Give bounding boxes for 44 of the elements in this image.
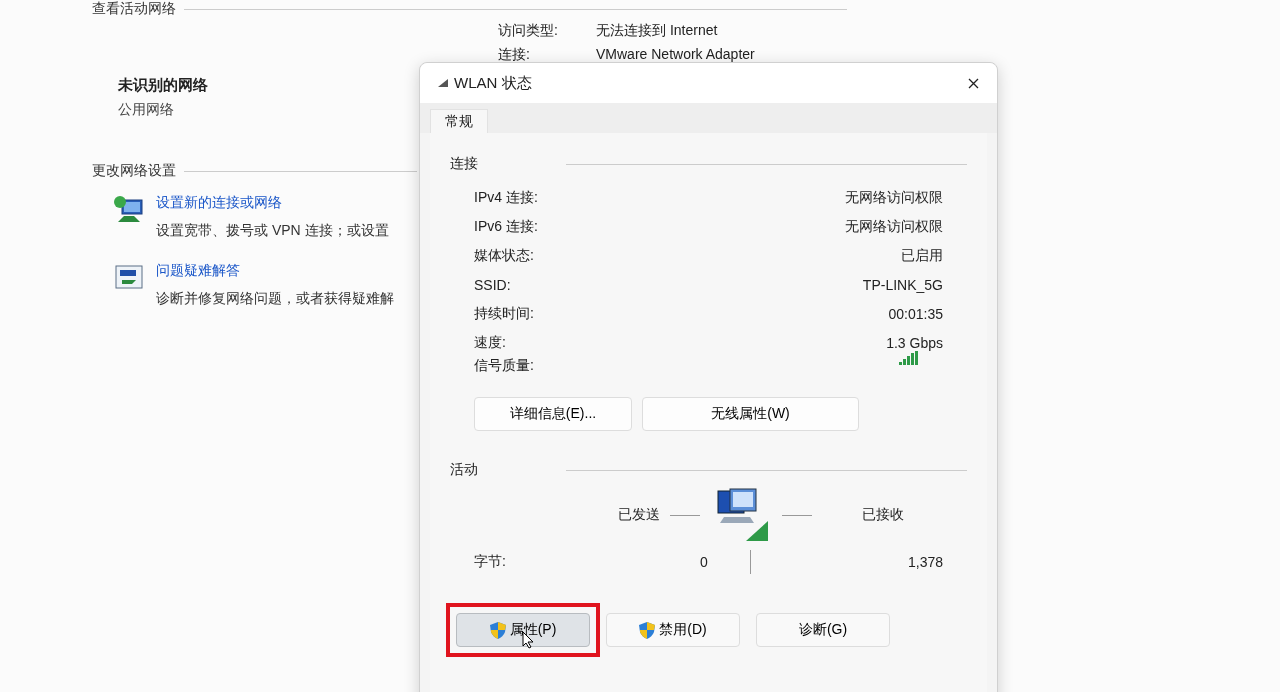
received-label: 已接收 [862,506,904,524]
field-label: 速度: [474,333,506,352]
group-title: 活动 [450,461,478,479]
received-bytes: 1,378 [907,554,943,570]
field-value: TP-LINK_5G [862,276,943,293]
dialog-button[interactable]: 诊断(G) [756,613,890,647]
dialog-button[interactable]: 详细信息(E)... [474,397,632,431]
window-title: WLAN 状态 [454,73,532,93]
bytes-label: 字节: [474,553,507,571]
section-title: 更改网络设置 [92,162,176,180]
access-value: 无法连接到 Internet [596,22,718,40]
field-value: 1.3 Gbps [886,334,943,351]
field-value: 00:01:35 [888,305,943,322]
close-icon[interactable] [968,77,979,89]
task-link[interactable]: 问题疑难解答 [156,262,394,280]
sent-bytes: 0 [700,554,709,570]
field-value: 无网络访问权限 [845,217,943,236]
task-description: 诊断并修复网络问题，或者获得疑难解 [156,290,394,308]
dialog-button[interactable]: 禁用(D) [606,613,740,647]
dialog-button[interactable]: 属性(P) [456,613,590,647]
field-value: 无网络访问权限 [845,188,943,207]
network-name: 未识别的网络 [118,76,209,95]
field-label: 信号质量: [474,357,534,375]
access-label: 连接: [498,46,531,64]
field-label: 持续时间: [474,304,534,323]
sent-label: 已发送 [618,506,660,524]
field-label: IPv6 连接: [474,217,538,236]
access-label: 访问类型: [498,22,559,40]
field-label: IPv4 连接: [474,188,538,207]
task-description: 设置宽带、拨号或 VPN 连接；或设置 [156,222,389,240]
section-title: 查看活动网络 [92,0,176,18]
network-type: 公用网络 [118,101,175,119]
shield-icon [639,621,656,639]
tab[interactable]: 常规 [430,109,488,133]
dialog-button[interactable]: 无线属性(W) [642,397,859,431]
shield-icon [489,621,506,639]
access-value: VMware Network Adapter [596,46,755,64]
group-title: 连接 [450,155,478,173]
field-label: SSID: [474,276,511,293]
field-label: 媒体状态: [474,246,534,265]
task-link[interactable]: 设置新的连接或网络 [156,194,389,212]
field-value: 已启用 [901,246,943,265]
signal-bars-icon [899,351,919,365]
signal-icon [438,79,448,87]
